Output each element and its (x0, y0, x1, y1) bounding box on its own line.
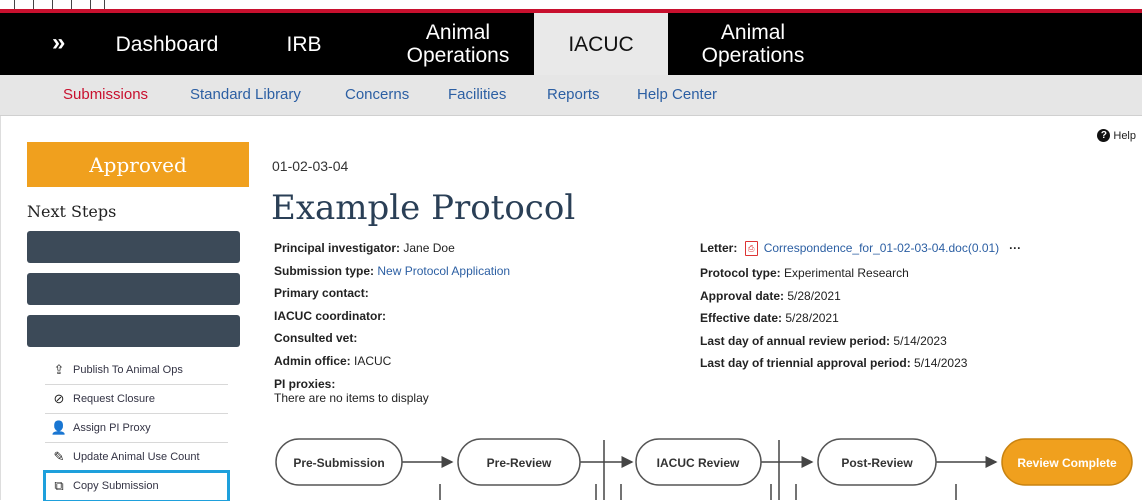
detail-triennial-approval-end: Last day of triennial approval period: 5… (700, 356, 968, 370)
workflow-diagram: Pre-Submission Pre-Review IACUC Review P… (275, 438, 1133, 500)
action-label: Assign PI Proxy (73, 422, 151, 434)
top-strip (0, 0, 1142, 9)
tab-iacuc[interactable]: IACUC (534, 13, 668, 75)
detail-consulted-vet: Consulted vet: (274, 331, 358, 345)
help-link[interactable]: ? Help (1097, 129, 1136, 142)
detail-primary-contact: Primary contact: (274, 286, 369, 300)
workflow-stage-label: Post-Review (841, 456, 913, 470)
help-label: Help (1113, 129, 1136, 142)
detail-submission-type: Submission type: New Protocol Applicatio… (274, 263, 511, 278)
next-steps-heading: Next Steps (27, 202, 117, 221)
tab-animal-operations-2[interactable]: Animal Operations (680, 13, 826, 75)
pencil-icon: ✎ (53, 449, 65, 464)
letter-link[interactable]: Correspondence_for_01-02-03-04.doc(0.01) (764, 241, 999, 255)
detail-iacuc-coordinator: IACUC coordinator: (274, 308, 386, 323)
action-list: ⇪ Publish To Animal Ops ⊘ Request Closur… (43, 356, 230, 501)
protocol-details-left: Principal investigator: Jane Doe Submiss… (274, 240, 674, 405)
detail-effective-date: Effective date: 5/28/2021 (700, 311, 839, 325)
more-options-icon[interactable]: ··· (1009, 241, 1021, 255)
detail-protocol-type: Protocol type: Experimental Research (700, 266, 909, 280)
empty-list-message: There are no items to display (274, 391, 429, 405)
next-step-button-1[interactable] (27, 231, 240, 263)
action-publish-to-animal-ops[interactable]: ⇪ Publish To Animal Ops (45, 356, 228, 385)
main-navigation: » Dashboard IRB Animal Operations IACUC … (0, 13, 1142, 75)
workflow-stage-label: IACUC Review (657, 456, 740, 470)
workflow-stage-label: Pre-Submission (293, 456, 384, 470)
action-label: Copy Submission (73, 480, 159, 492)
help-icon: ? (1097, 129, 1111, 142)
action-update-animal-use-count[interactable]: ✎ Update Animal Use Count (45, 443, 228, 472)
subnav-submissions[interactable]: Submissions (63, 86, 148, 103)
next-step-button-3[interactable] (27, 315, 240, 347)
detail-pi-proxies: PI proxies: There are no items to display (274, 377, 429, 405)
action-label: Update Animal Use Count (73, 451, 200, 463)
detail-admin-office: Admin office: IACUC (274, 353, 392, 368)
copy-icon: ⧉ (54, 478, 64, 493)
tab-irb[interactable]: IRB (262, 13, 346, 75)
status-badge: Approved (27, 142, 249, 187)
workflow-stage-label: Review Complete (1017, 456, 1117, 470)
detail-annual-review-end: Last day of annual review period: 5/14/2… (700, 333, 947, 348)
detail-principal-investigator: Principal investigator: Jane Doe (274, 241, 455, 255)
submission-type-link[interactable]: New Protocol Application (377, 264, 510, 278)
subnav-standard-library[interactable]: Standard Library (190, 86, 301, 103)
protocol-details-right: Letter: ⎙ Correspondence_for_01-02-03-04.… (700, 240, 1130, 378)
detail-approval-date: Approval date: 5/28/2021 (700, 288, 841, 303)
action-request-closure[interactable]: ⊘ Request Closure (45, 385, 228, 414)
pdf-icon: ⎙ (744, 241, 758, 257)
prohibit-icon: ⊘ (53, 391, 65, 406)
next-step-button-2[interactable] (27, 273, 240, 305)
expand-menu-icon[interactable]: » (52, 29, 65, 57)
detail-letter: Letter: ⎙ Correspondence_for_01-02-03-04.… (700, 241, 1022, 257)
page-title: Example Protocol (271, 188, 576, 228)
sub-navigation: Submissions Standard Library Concerns Fa… (0, 75, 1142, 116)
action-label: Publish To Animal Ops (73, 364, 183, 376)
tab-animal-operations[interactable]: Animal Operations (385, 13, 531, 75)
subnav-reports[interactable]: Reports (547, 86, 600, 103)
subnav-concerns[interactable]: Concerns (345, 86, 409, 103)
tab-dashboard[interactable]: Dashboard (100, 13, 234, 75)
action-label: Request Closure (73, 393, 155, 405)
action-copy-submission[interactable]: ⧉ Copy Submission (43, 470, 230, 501)
workflow-stage-label: Pre-Review (487, 456, 552, 470)
action-assign-pi-proxy[interactable]: 👤 Assign PI Proxy (45, 414, 228, 443)
publish-icon: ⇪ (53, 362, 65, 377)
subnav-facilities[interactable]: Facilities (448, 86, 506, 103)
subnav-help-center[interactable]: Help Center (637, 86, 717, 103)
protocol-id: 01-02-03-04 (272, 158, 349, 174)
add-user-icon: 👤 (50, 420, 68, 435)
